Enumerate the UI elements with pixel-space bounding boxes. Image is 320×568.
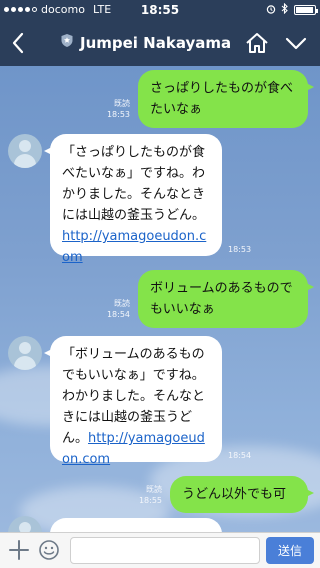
message-text: ボリュームのあるものでもいいなぁ <box>150 281 293 317</box>
avatar[interactable] <box>8 336 42 370</box>
official-shield-icon <box>60 33 74 52</box>
message-time: 18:55 <box>138 496 162 505</box>
chat-title: Jumpei Nakayama <box>80 33 232 52</box>
read-label: 既読 <box>114 99 130 108</box>
input-bar: 送信 <box>0 532 320 568</box>
message-text: 「さっぱりしたものが食べたいなぁ」ですね。わかりました。そんなときには山越の釜玉… <box>62 145 206 223</box>
message-link[interactable]: http://yamagoeudon.com <box>62 229 206 265</box>
chat-area[interactable]: 既読 18:53 さっぱりしたものが食べたいなぁ 「さっぱりしたものが食べたいな… <box>0 66 320 532</box>
incoming-message[interactable]: 「さっぱりしたものが食べたいなぁ」ですね。わかりました。そんなときには山越の釜玉… <box>44 134 222 265</box>
message-time: 18:53 <box>228 245 252 254</box>
battery-icon <box>294 5 318 15</box>
incoming-message[interactable]: 「ボリュームのあるものでもいいなぁ」ですね。わかりました。そんなときには山越の釜… <box>44 336 222 467</box>
menu-button[interactable] <box>283 30 309 56</box>
send-button[interactable]: 送信 <box>266 537 314 564</box>
outgoing-message[interactable]: うどん以外でも可 <box>170 476 314 513</box>
smiley-icon <box>39 540 59 560</box>
message-meta: 既読 18:54 <box>96 298 130 320</box>
home-icon <box>246 33 268 53</box>
emoji-button[interactable] <box>38 539 60 561</box>
alarm-icon <box>266 4 276 17</box>
message-time: 18:53 <box>106 110 130 119</box>
message-meta: 既読 18:55 <box>128 484 162 506</box>
message-time: 18:54 <box>106 310 130 319</box>
outgoing-message[interactable]: ボリュームのあるものでもいいなぁ <box>138 270 314 328</box>
incoming-message[interactable] <box>44 518 222 532</box>
outgoing-message[interactable]: さっぱりしたものが食べたいなぁ <box>138 70 314 128</box>
message-time: 18:54 <box>228 451 252 460</box>
chevron-left-icon <box>12 32 24 54</box>
add-button[interactable] <box>8 539 30 561</box>
chat-header: Jumpei Nakayama <box>0 20 320 66</box>
chevron-down-icon <box>285 37 307 50</box>
back-button[interactable] <box>6 28 30 58</box>
message-text: さっぱりしたものが食べたいなぁ <box>150 81 294 117</box>
home-button[interactable] <box>244 30 270 56</box>
plus-icon <box>9 540 29 560</box>
message-meta: 既読 18:53 <box>96 98 130 120</box>
status-bar: docomo LTE 18:55 <box>0 0 320 20</box>
bluetooth-icon <box>281 2 289 17</box>
read-label: 既読 <box>114 299 130 308</box>
avatar[interactable] <box>8 134 42 168</box>
read-label: 既読 <box>146 485 162 494</box>
message-text: うどん以外でも可 <box>182 487 287 502</box>
message-input[interactable] <box>70 537 260 564</box>
